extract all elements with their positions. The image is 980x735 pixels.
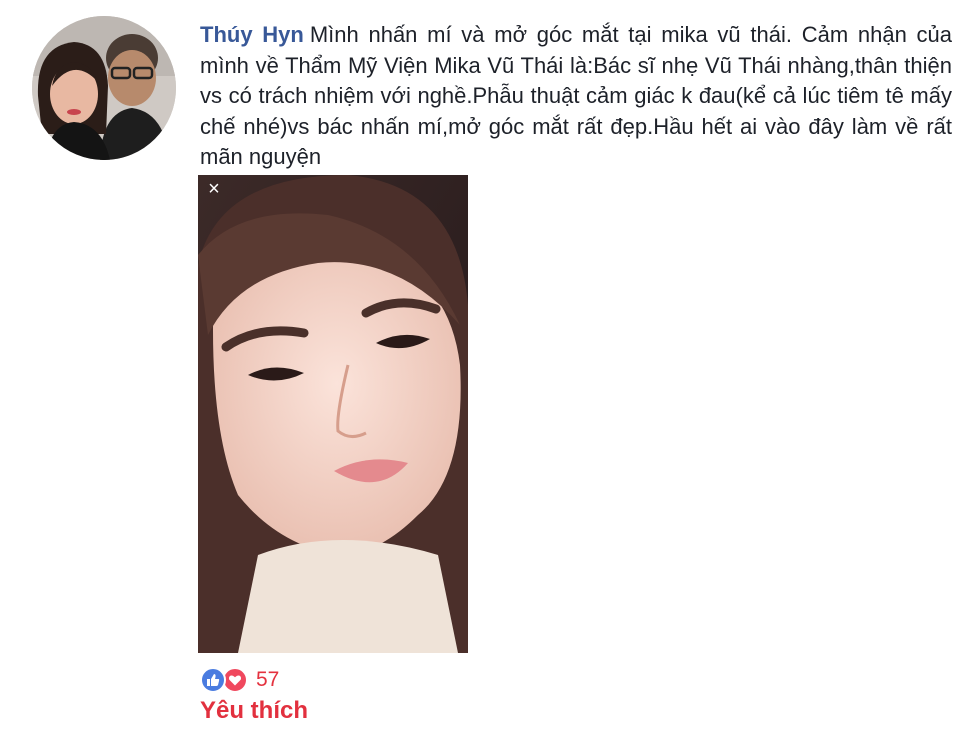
author-name[interactable]: Thúy Hyn — [200, 22, 304, 47]
reaction-count[interactable]: 57 — [256, 668, 279, 692]
attached-photo[interactable]: × — [198, 175, 468, 653]
reactions-bar[interactable]: 57 — [200, 666, 279, 694]
close-icon[interactable]: × — [204, 179, 224, 199]
author-avatar[interactable] — [32, 16, 176, 160]
comment-body: Thúy Hyn Mình nhấn mí và mở góc mắt tại m… — [200, 20, 952, 173]
like-button-label[interactable]: Yêu thích — [200, 697, 308, 725]
like-icon[interactable] — [200, 667, 226, 693]
comment-text: Mình nhấn mí và mở góc mắt tại mika vũ t… — [200, 22, 952, 169]
